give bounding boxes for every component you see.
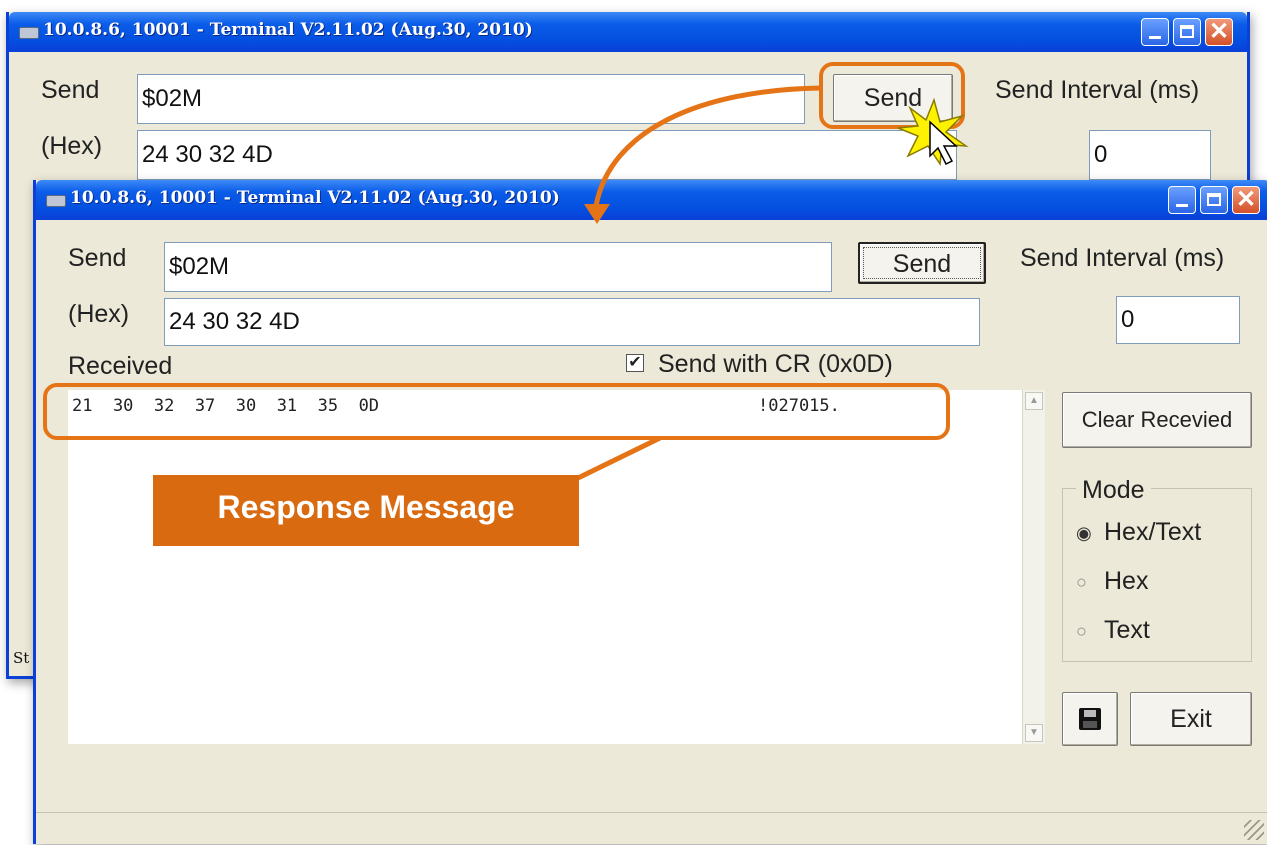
send-interval-label: Send Interval (ms): [995, 76, 1200, 104]
save-button[interactable]: [1062, 692, 1118, 746]
exit-button[interactable]: Exit: [1130, 692, 1252, 746]
send-interval-input[interactable]: 0: [1116, 296, 1240, 344]
minimize-button[interactable]: [1141, 18, 1169, 46]
mode-option-label: Hex/Text: [1104, 518, 1202, 546]
resize-grip-icon[interactable]: [1244, 820, 1264, 840]
maximize-button[interactable]: [1173, 18, 1201, 46]
close-icon: ✕: [1236, 186, 1257, 213]
clear-received-button[interactable]: Clear Recevied: [1062, 392, 1252, 448]
send-input[interactable]: $02M: [137, 74, 805, 124]
close-button[interactable]: ✕: [1205, 18, 1233, 46]
hex-label: (Hex): [68, 300, 130, 328]
maximize-button[interactable]: [1200, 186, 1228, 214]
received-scrollbar[interactable]: ▲ ▼: [1022, 390, 1045, 744]
maximize-icon: [1207, 193, 1221, 206]
back-title-bar[interactable]: 10.0.8.6, 10001 - Terminal V2.11.02 (Aug…: [9, 12, 1247, 52]
send-input[interactable]: $02M: [164, 242, 832, 292]
send-button-highlight: [819, 62, 965, 129]
scroll-up-arrow-icon[interactable]: ▲: [1025, 392, 1043, 410]
radio-selected-icon: ◉: [1076, 523, 1092, 543]
bottom-status-bar: [36, 812, 1267, 845]
minimize-button[interactable]: [1168, 186, 1196, 214]
received-textarea[interactable]: 21 30 32 37 30 31 35 0D !027015.: [68, 390, 1022, 744]
mode-option-label: Text: [1104, 616, 1150, 644]
send-button[interactable]: Send: [858, 242, 986, 284]
hex-input[interactable]: 24 30 32 4D: [137, 130, 957, 180]
callout-text: Response Message: [217, 489, 515, 525]
network-icon: [46, 195, 66, 207]
close-button[interactable]: ✕: [1232, 186, 1260, 214]
mode-label: Mode: [1076, 476, 1151, 505]
send-label: Send: [68, 244, 127, 272]
mode-option-label: Hex: [1104, 567, 1149, 595]
radio-unselected-icon: ○: [1076, 621, 1087, 641]
front-window-title: 10.0.8.6, 10001 - Terminal V2.11.02 (Aug…: [70, 188, 560, 208]
floppy-disk-icon: [1079, 708, 1101, 730]
front-title-bar[interactable]: 10.0.8.6, 10001 - Terminal V2.11.02 (Aug…: [36, 180, 1267, 220]
send-label: Send: [41, 76, 100, 104]
close-icon: ✕: [1209, 18, 1230, 45]
send-with-cr-label: Send with CR (0x0D): [658, 350, 893, 378]
maximize-icon: [1180, 25, 1194, 38]
check-icon: ✔: [628, 354, 642, 371]
send-interval-label: Send Interval (ms): [1020, 244, 1225, 272]
send-interval-input[interactable]: 0: [1089, 130, 1211, 180]
received-label: Received: [68, 352, 173, 380]
hex-input[interactable]: 24 30 32 4D: [164, 298, 980, 346]
minimize-icon: [1176, 204, 1188, 207]
minimize-icon: [1149, 36, 1161, 39]
send-with-cr-checkbox[interactable]: ✔: [626, 354, 644, 372]
hex-label: (Hex): [41, 132, 103, 160]
radio-unselected-icon: ○: [1076, 572, 1087, 592]
back-window-title: 10.0.8.6, 10001 - Terminal V2.11.02 (Aug…: [43, 20, 533, 40]
mode-radio-text[interactable]: ○ Text: [1076, 616, 1246, 652]
scroll-down-arrow-icon[interactable]: ▼: [1025, 724, 1043, 742]
response-message-callout: Response Message: [153, 475, 579, 546]
response-highlight: [43, 383, 950, 440]
mode-radio-hex-text[interactable]: ◉ Hex/Text: [1076, 518, 1246, 554]
mode-radio-hex[interactable]: ○ Hex: [1076, 567, 1246, 603]
network-icon: [19, 27, 39, 39]
